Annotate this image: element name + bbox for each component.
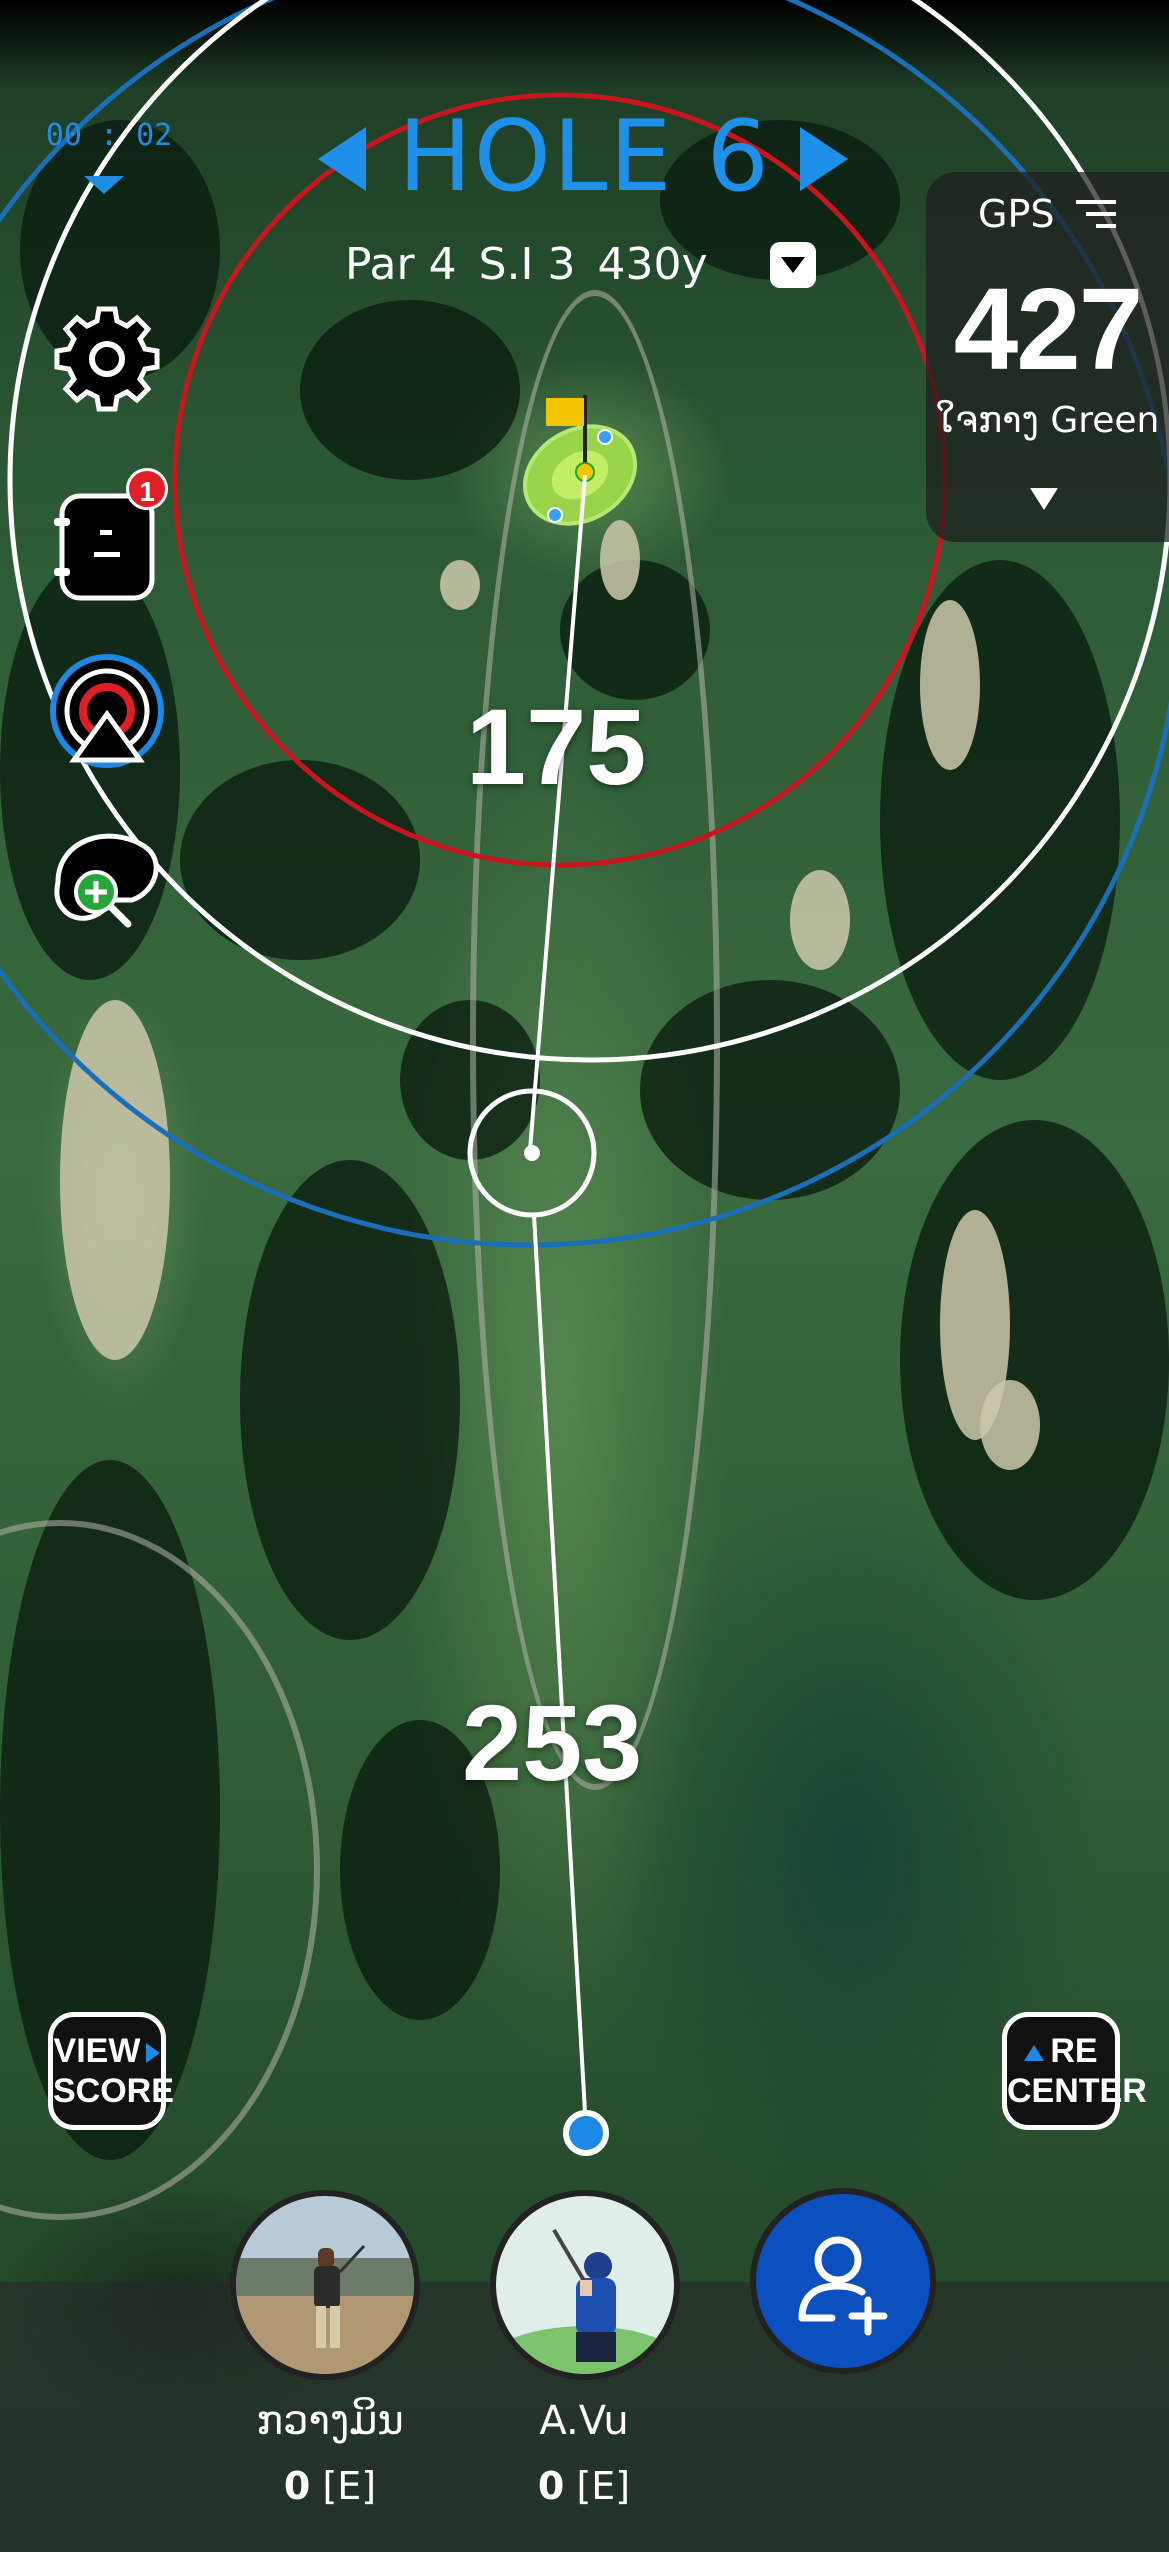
player-score-1: 0 [E] (200, 2464, 460, 2508)
recenter-line1: RE (1050, 2032, 1098, 2070)
settings-button[interactable] (48, 300, 166, 418)
aim-line-lower (532, 1214, 588, 2131)
gps-label: GPS (978, 192, 1055, 236)
player-name-1: ກວາງມິນ (256, 2398, 404, 2444)
aim-line-upper (528, 474, 587, 1151)
target-rings-icon (50, 654, 164, 768)
golf-gps-screen: 00 : 02 HOLE 6 Par 4 S.I 3 430y GPS 427 … (0, 0, 1169, 2552)
gps-filter-icon[interactable] (1076, 200, 1116, 230)
view-score-button[interactable]: VIEW SCORE (48, 2012, 174, 2130)
player-position-dot (563, 2110, 609, 2156)
recenter-button[interactable]: RE CENTER (1002, 2012, 1147, 2130)
player-score-value-2: 0 (537, 2464, 565, 2508)
player-score-2: 0 [E] (454, 2464, 714, 2508)
target-mode-button[interactable] (48, 652, 166, 770)
gps-distance-panel[interactable]: GPS 427 ໃຈກາງ Green (926, 172, 1169, 542)
recenter-arrow-icon (1024, 2045, 1045, 2062)
recenter-line2: CENTER (1007, 2072, 1147, 2110)
next-hole-button[interactable] (800, 127, 848, 191)
hole-stroke-index: S.I 3 (478, 238, 576, 290)
hole-length: 430y (597, 238, 708, 290)
hole-par: Par 4 (345, 238, 457, 290)
add-user-icon (798, 2236, 888, 2336)
player-avatar-1[interactable] (230, 2190, 420, 2380)
gear-icon (54, 306, 160, 412)
flag-icon (546, 398, 584, 426)
player-score-relative-2: [E] (576, 2464, 631, 2508)
zoom-plus-icon (54, 833, 159, 928)
play-arrow-icon (146, 2043, 161, 2064)
gps-target-label: ໃຈກາງ Green (935, 400, 1160, 441)
hole-info-dropdown-icon[interactable] (770, 242, 816, 288)
add-player-button[interactable] (750, 2188, 936, 2374)
avatar (236, 2196, 414, 2374)
player-score-relative-1: [E] (322, 2464, 377, 2508)
gps-expand-icon[interactable] (1030, 488, 1058, 510)
distance-from-tee-label: 253 (462, 1682, 643, 1803)
player-name-2: A.Vu (539, 2398, 629, 2444)
player-avatar-2[interactable] (490, 2190, 680, 2380)
distance-to-green-label: 175 (466, 686, 647, 807)
view-score-line2: SCORE (53, 2072, 174, 2110)
gps-distance-value: 427 (953, 264, 1144, 394)
avatar (496, 2196, 674, 2374)
zoom-in-button[interactable] (48, 820, 166, 938)
notes-badge: 1 (126, 468, 168, 510)
view-score-line1: VIEW (53, 2032, 141, 2070)
hole-info: Par 4 S.I 3 430y (345, 236, 708, 292)
player-score-value-1: 0 (283, 2464, 311, 2508)
